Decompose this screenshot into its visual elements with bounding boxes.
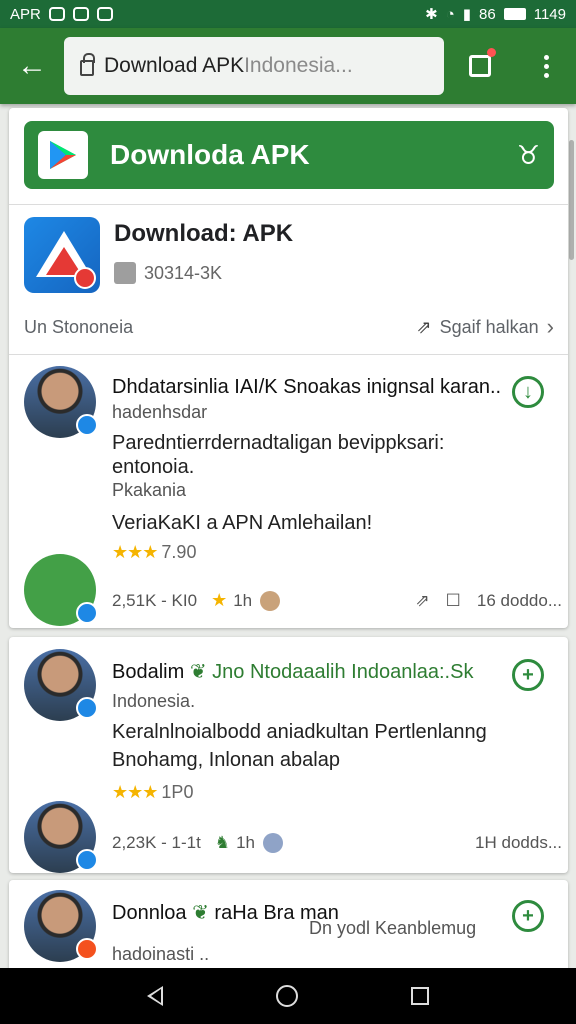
verified-icon <box>76 697 98 719</box>
verified-icon <box>76 938 98 960</box>
avatar[interactable] <box>24 801 98 873</box>
url-text: Download APK <box>104 54 245 77</box>
like-icon[interactable]: ♞ <box>215 833 230 853</box>
post-subtitle-right: Dn yodl Keanblemug <box>309 918 477 938</box>
back-arrow-icon[interactable]: ← <box>0 28 64 104</box>
post-subtitle: hadenhsdar <box>112 402 208 422</box>
leaf-icon: ❦ <box>192 902 209 924</box>
carrier-label: APR <box>10 5 41 23</box>
post-body-line: VeriaKaKI a APN Amlehailan! <box>112 512 373 534</box>
share-label: Sgaif halkan <box>439 316 539 337</box>
verified-icon <box>76 602 98 624</box>
comments-count: 1H dodds... <box>475 833 562 852</box>
post-subtitle: hadoinasti .. <box>112 944 210 964</box>
download-button[interactable]: ↓ <box>512 376 544 408</box>
coin-icon <box>263 833 283 853</box>
coin-icon <box>260 590 281 611</box>
rating-value: 7.90 <box>161 542 197 562</box>
url-text-dim: Indonesia... <box>244 54 353 77</box>
avatar[interactable] <box>24 366 98 438</box>
post-title[interactable]: Donnloa ❦ raHa Bra man <box>112 900 339 925</box>
play-store-icon <box>38 131 88 179</box>
battery-icon <box>503 8 526 20</box>
avatar[interactable] <box>24 890 98 962</box>
nav-home-icon[interactable] <box>275 985 298 1007</box>
app-meta-text: 30314-3K <box>144 262 223 283</box>
likes-count: 1h <box>236 833 255 852</box>
share-icon[interactable]: ⇗ <box>415 591 429 611</box>
stars-icon: ★★★ <box>112 542 158 562</box>
region-row: Un Stononeia ⇗ Sgaif halkan › <box>24 314 554 340</box>
post-body-line: entonoia. <box>112 456 195 478</box>
rating: ★★★ 1P0 <box>112 782 193 803</box>
stars-icon: ★★★ <box>112 782 158 802</box>
tabs-icon <box>469 55 491 77</box>
signal-icon: ▮ <box>462 6 472 23</box>
rating: ★★★ 7.90 <box>112 542 196 563</box>
post-body-line: Pkakania <box>112 480 187 500</box>
app-card: Downloda APK ♉ Download: APK 30314-3K Un… <box>9 108 568 628</box>
nav-recents-icon[interactable] <box>411 987 430 1005</box>
verified-icon <box>76 849 98 871</box>
region-label: Un Stononeia <box>24 316 134 337</box>
post-card: Bodalim ❦ Jno Ntodaaalih Indoanlaa:.Sk I… <box>9 637 568 873</box>
browser-toolbar: ← Download APK Indonesia... <box>0 28 576 104</box>
app-name: Download: APK <box>114 220 294 247</box>
status-bar: APR ✱ ◔ ▮ 86 1149 <box>0 0 576 28</box>
nav-back-icon[interactable] <box>146 986 163 1006</box>
leaf-icon: ❦ <box>189 661 207 683</box>
lock-icon <box>80 53 95 76</box>
likes-count: 1h <box>233 590 253 610</box>
notification-icon <box>48 7 65 21</box>
system-nav-bar <box>0 968 576 1024</box>
avatar[interactable] <box>24 649 98 721</box>
comments-count: 16 doddo... <box>476 590 562 610</box>
share-icon: ⇗ <box>416 316 432 337</box>
download-button[interactable]: + <box>512 659 544 691</box>
post-subtitle: Indonesia. <box>112 691 196 711</box>
notification-dot <box>487 48 496 57</box>
wrench-icon <box>114 262 136 284</box>
post-body-line: Keralnlnoialbodd aniadkultan Pertlenlann… <box>112 721 487 743</box>
bluetooth-icon: ✱ <box>425 6 438 23</box>
post-body-line: Paredntierrdernadtaligan bevippksari: <box>112 432 445 454</box>
notification-icon-3 <box>96 7 113 21</box>
award-icon[interactable]: ♉ <box>517 140 540 171</box>
views-count: 2,23K - 1-1t <box>112 833 201 852</box>
post-card: Donnloa ❦ raHa Bra man Dn yodl Keanblemu… <box>9 880 568 975</box>
notification-icon-2 <box>72 7 89 21</box>
url-bar[interactable]: Download APK Indonesia... <box>64 37 444 95</box>
overflow-menu-icon[interactable] <box>516 28 576 104</box>
wifi-icon: ◔ <box>445 5 455 23</box>
post-title[interactable]: Dhdatarsinlia IAI/K Snoakas inignsal kar… <box>112 376 501 399</box>
app-info: Download: APK 30314-3K <box>24 214 554 298</box>
verified-icon <box>76 414 98 436</box>
share-link[interactable]: ⇗ Sgaif halkan › <box>417 314 555 340</box>
android-avatar[interactable] <box>24 554 98 626</box>
views-count: 2,51K - KI0 <box>112 590 198 610</box>
chevron-right-icon: › <box>546 314 554 339</box>
comment-icon[interactable]: ☐ <box>446 591 461 611</box>
app-meta: 30314-3K <box>114 262 222 284</box>
rating-value: 1P0 <box>161 782 194 802</box>
tabs-button[interactable] <box>444 28 516 104</box>
app-logo-icon[interactable] <box>24 217 100 293</box>
clock: 1149 <box>533 5 566 23</box>
post-stats: 2,51K - KI0 ★ 1h ⇗ ☐ 16 doddo... <box>112 590 562 611</box>
post-title[interactable]: Bodalim ❦ Jno Ntodaaalih Indoanlaa:.Sk <box>112 659 473 684</box>
post-item: Dhdatarsinlia IAI/K Snoakas inignsal kar… <box>9 354 568 628</box>
banner[interactable]: Downloda APK ♉ <box>24 121 554 189</box>
divider <box>9 204 568 205</box>
battery-percent: 86 <box>479 5 496 23</box>
scrollbar[interactable] <box>569 140 574 260</box>
download-button[interactable]: + <box>512 900 544 932</box>
like-icon[interactable]: ★ <box>211 590 227 611</box>
post-stats: 2,23K - 1-1t ♞ 1h 1H dodds... <box>112 833 562 853</box>
post-body-line: Bnohamg, Inlonan abalap <box>112 749 340 771</box>
banner-title: Downloda APK <box>110 139 310 170</box>
